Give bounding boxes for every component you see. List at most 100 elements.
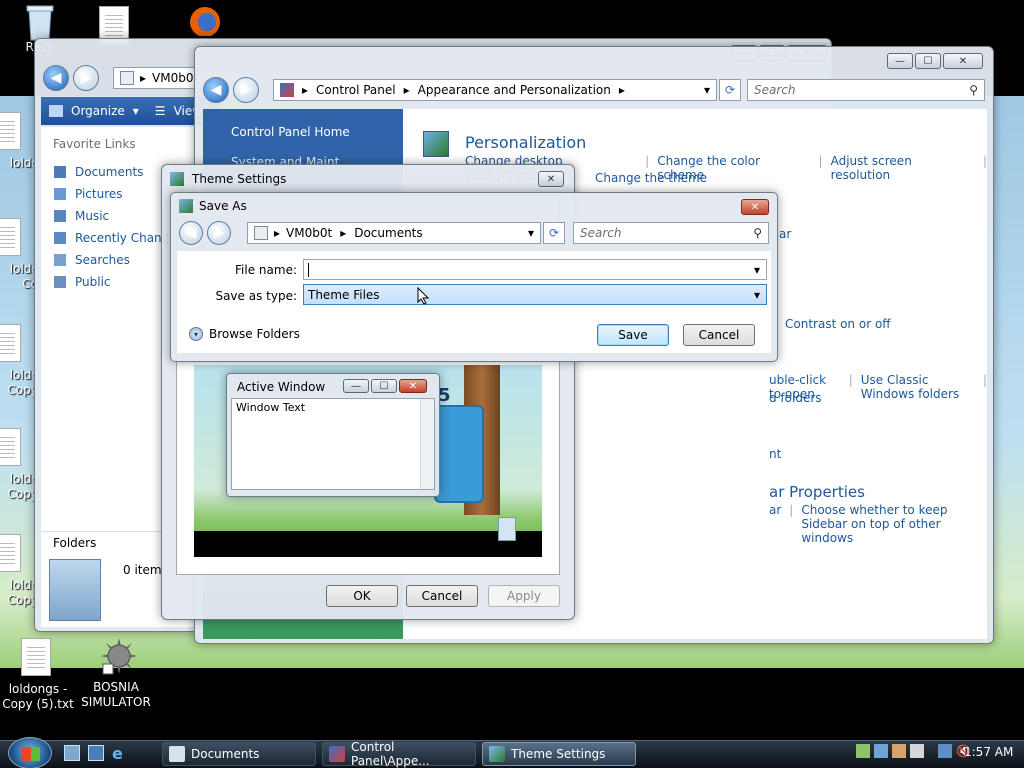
preview-window-text: Window Text — [236, 401, 306, 414]
close-button[interactable]: ✕ — [943, 53, 983, 69]
apply-button[interactable]: Apply — [488, 585, 560, 607]
tray-icon-3[interactable] — [892, 744, 906, 758]
views-icon: ☰ — [154, 104, 166, 118]
tray-icon-2[interactable] — [874, 744, 888, 758]
recycle-bin-icon — [23, 2, 57, 42]
desktop-icon-bosnia-simulator[interactable]: BOSNIA SIMULATOR — [76, 636, 156, 710]
breadcrumb-user[interactable]: VM0b0t — [286, 226, 332, 240]
save-as-search-input[interactable]: Search ⚲ — [573, 222, 769, 244]
breadcrumb-documents[interactable]: Documents — [354, 226, 422, 240]
desktop-icon-label: loldc — [9, 156, 38, 170]
preview-active-window-title: Active Window — [237, 380, 326, 394]
back-button[interactable]: ◀ — [179, 221, 203, 245]
favorite-link-label: Documents — [75, 165, 144, 179]
personalization-title[interactable]: Personalization — [465, 133, 586, 152]
chevron-down-icon[interactable]: ▾ — [754, 263, 760, 277]
preview-scrollbar — [420, 399, 434, 489]
desktop-icon-loldongs-2[interactable]: loldc Co — [0, 218, 38, 292]
maximize-button[interactable]: ☐ — [915, 53, 941, 69]
desktop-icon-loldongs-4[interactable]: loldc Copy — [0, 428, 38, 502]
link-high-contrast[interactable]: Contrast on or off — [785, 317, 891, 331]
organize-button[interactable]: Organize — [71, 104, 125, 118]
windows-logo-icon — [22, 747, 40, 761]
minimize-icon: — — [343, 379, 369, 393]
switch-windows-icon[interactable] — [88, 745, 104, 761]
taskbar-clock[interactable]: 1:57 AM — [964, 745, 1013, 759]
search-icon: ⚲ — [753, 226, 762, 240]
item-count: 0 item — [123, 563, 162, 577]
search-input[interactable]: Search ⚲ — [747, 79, 985, 101]
desktop-icon-label: loldc Copy — [7, 472, 38, 501]
browse-folders-toggle[interactable]: ▾ Browse Folders — [189, 327, 300, 341]
file-name-label: File name: — [235, 263, 297, 277]
taskbar-button-theme-settings[interactable]: Theme Settings — [482, 742, 636, 766]
forward-button[interactable]: ▶ — [207, 221, 231, 245]
favorite-link-label: Searches — [75, 253, 130, 267]
cancel-button[interactable]: Cancel — [683, 324, 755, 346]
desktop-icon-loldongs-copy5[interactable]: loldongs - Copy (5).txt — [0, 638, 78, 712]
refresh-icon[interactable]: ⟳ — [719, 79, 741, 101]
close-button[interactable]: ✕ — [741, 199, 769, 215]
favorite-link-icon — [53, 209, 67, 223]
breadcrumb-appearance[interactable]: Appearance and Personalization — [418, 83, 611, 97]
minimize-button[interactable]: — — [887, 53, 913, 69]
start-button[interactable] — [8, 737, 52, 768]
back-button[interactable]: ◀ — [203, 77, 229, 103]
favorite-link-icon — [53, 253, 67, 267]
desktop-icon-loldongs-5[interactable]: loldc Copy — [0, 534, 38, 608]
link-adjust-screen-resolution[interactable]: Adjust screen resolution — [831, 154, 975, 182]
theme-settings-icon — [489, 746, 505, 762]
link-sidebar-on-top[interactable]: Choose whether to keep Sidebar on top of… — [801, 503, 987, 545]
forward-button[interactable]: ▶ — [73, 65, 99, 91]
link-fonts[interactable]: nt — [769, 447, 781, 461]
text-file-icon — [0, 112, 25, 152]
link-sidebar-fragment[interactable]: ar — [769, 503, 781, 545]
sidebar-properties-title[interactable]: ar Properties — [769, 483, 865, 501]
tray-icon-4[interactable] — [910, 744, 924, 758]
close-button[interactable]: ✕ — [538, 171, 564, 187]
ok-button[interactable]: OK — [326, 585, 398, 607]
text-file-icon — [0, 428, 25, 468]
text-file-icon — [0, 324, 25, 364]
taskbar-button-control-panel[interactable]: Control Panel\Appe... — [322, 740, 476, 768]
favorite-link-icon — [53, 231, 67, 245]
folder-icon — [120, 71, 134, 85]
refresh-icon[interactable]: ⟳ — [543, 222, 565, 244]
tray-icon-1[interactable] — [856, 744, 870, 758]
theme-settings-titlebar: Theme Settings — [162, 165, 574, 193]
link-classic-folders[interactable]: Use Classic Windows folders — [861, 373, 975, 401]
chevron-down-icon[interactable]: ▾ — [704, 83, 710, 97]
show-desktop-icon[interactable] — [64, 745, 80, 761]
file-name-input[interactable]: ▾ — [303, 259, 767, 280]
desktop-icon-loldongs-3[interactable]: loldc Copy — [0, 324, 38, 398]
control-panel-icon — [280, 83, 294, 97]
cancel-button[interactable]: Cancel — [406, 585, 478, 607]
desktop-icon-label: loldc Copy — [7, 578, 38, 607]
link-fragment-ar[interactable]: ar — [779, 227, 791, 241]
save-as-address-bar[interactable]: ▸ VM0b0t ▸ Documents ▾ — [247, 222, 541, 244]
link-change-theme[interactable]: Change the theme — [595, 171, 707, 185]
personalization-icon — [423, 131, 449, 157]
favorite-link-icon — [53, 165, 67, 179]
link-hidden-folders[interactable]: d folders — [769, 391, 822, 405]
address-bar[interactable]: ▸ Control Panel ▸ Appearance and Persona… — [273, 79, 717, 101]
desktop-icon-loldongs-1[interactable]: loldc — [0, 112, 38, 171]
close-icon: ✕ — [399, 379, 427, 393]
chevron-down-icon[interactable]: ▾ — [528, 226, 534, 240]
desktop-icon-label: loldongs - Copy (5).txt — [2, 682, 74, 711]
forward-button[interactable]: ▶ — [233, 77, 259, 103]
save-as-dialog[interactable]: Save As ✕ ◀ ▶ ▸ VM0b0t ▸ Documents ▾ ⟳ S… — [170, 192, 778, 362]
network-icon[interactable] — [938, 744, 952, 758]
preview-active-window: Active Window — ☐ ✕ Window Text — [226, 373, 440, 497]
taskbar-button-documents[interactable]: Documents — [162, 742, 316, 766]
breadcrumb-control-panel[interactable]: Control Panel — [316, 83, 396, 97]
chevron-down-icon: ▾ — [753, 287, 760, 302]
favorite-link-label: Pictures — [75, 187, 123, 201]
save-as-icon — [179, 199, 193, 213]
save-type-select[interactable]: Theme Files ▾ — [303, 284, 767, 305]
back-button[interactable]: ◀ — [43, 65, 69, 91]
internet-explorer-icon[interactable]: e — [112, 744, 130, 763]
control-panel-home-link[interactable]: Control Panel Home — [203, 109, 403, 139]
save-button[interactable]: Save — [597, 324, 669, 346]
save-as-titlebar: Save As — [171, 193, 777, 219]
